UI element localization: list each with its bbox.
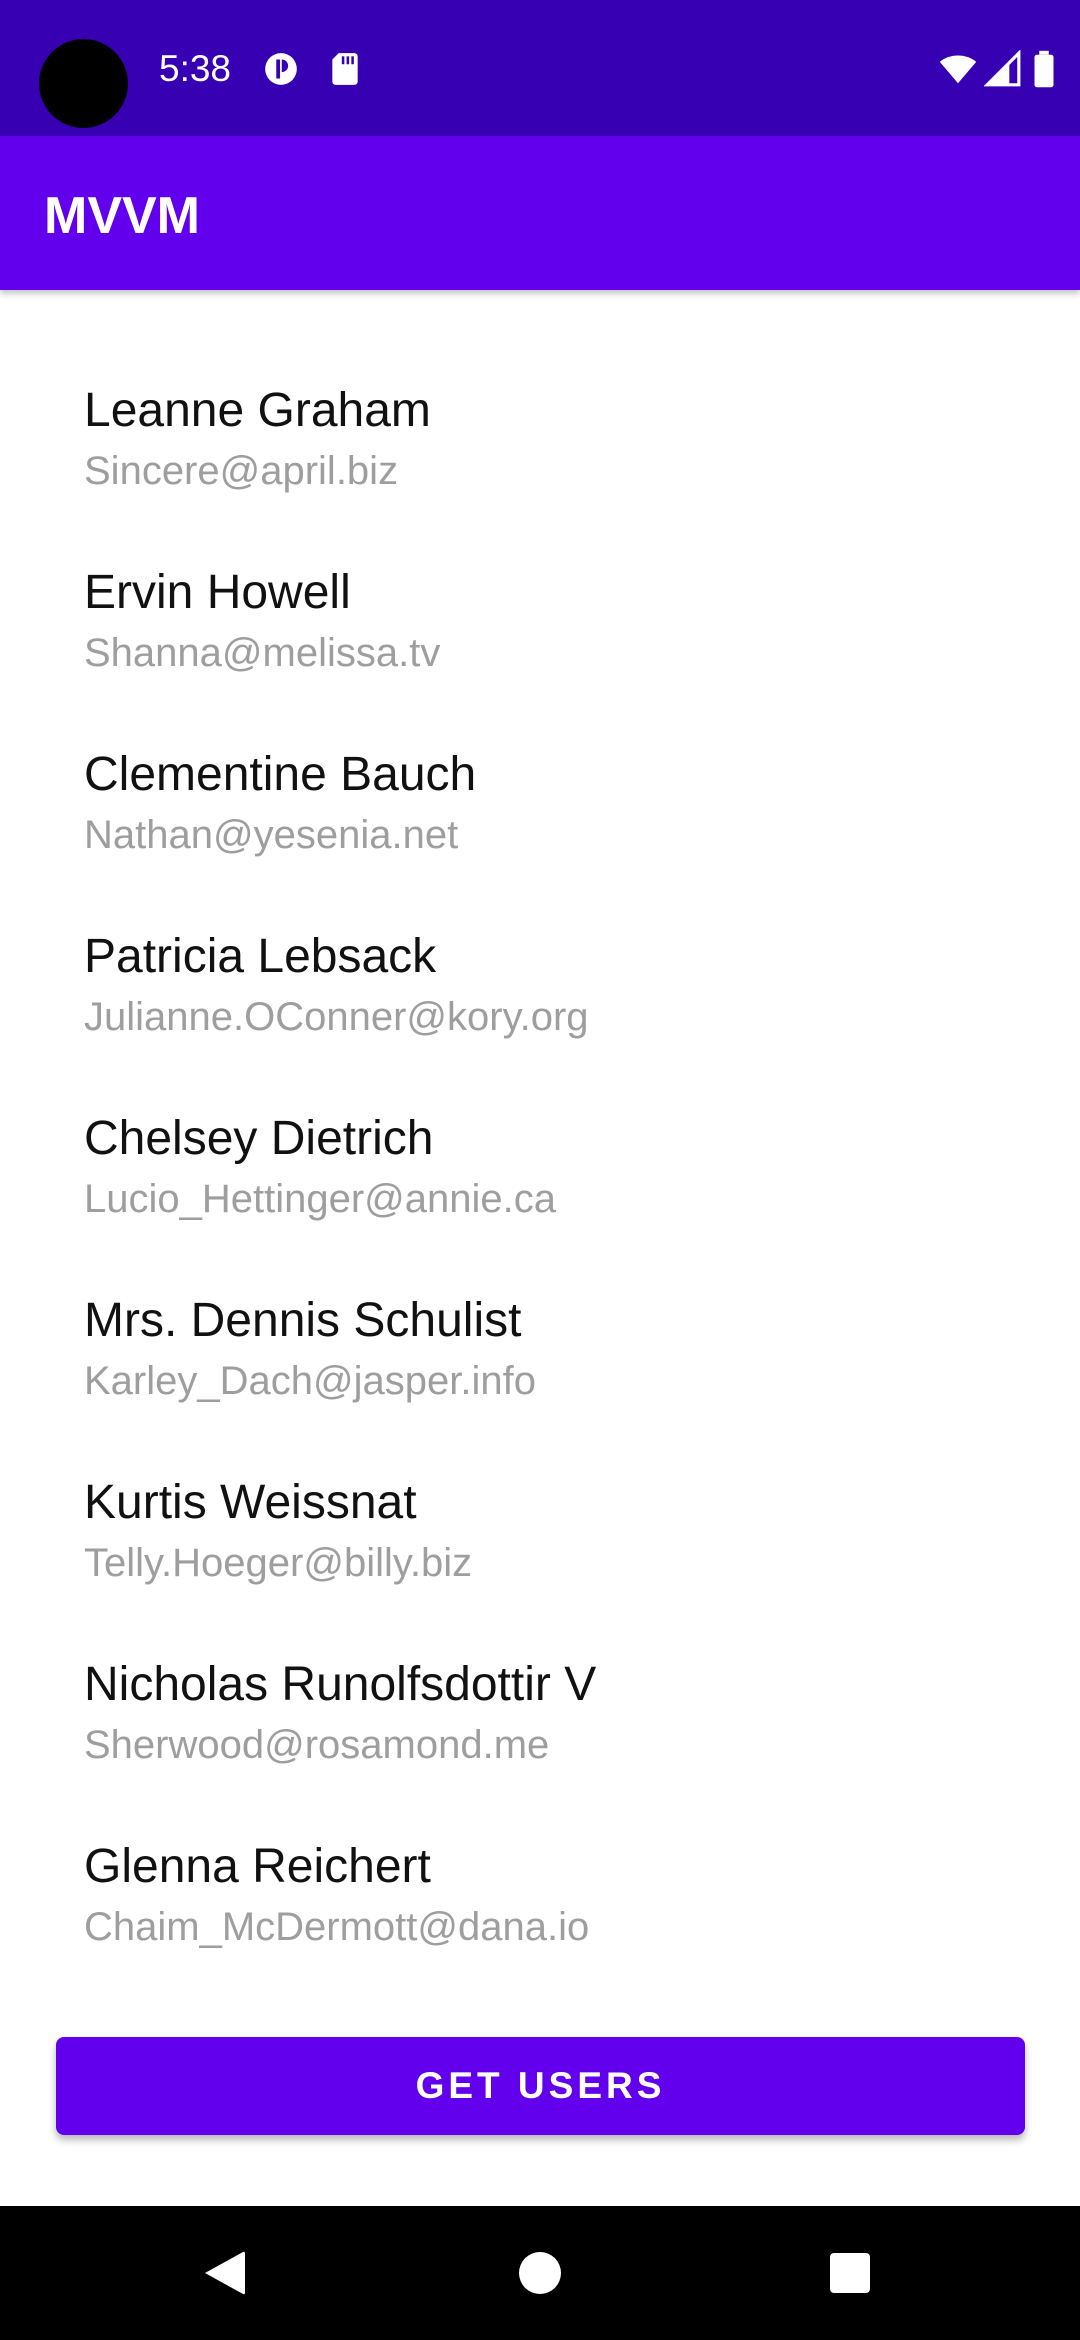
- status-time: 5:38: [159, 48, 232, 89]
- user-name: Kurtis Weissnat: [84, 1476, 417, 1529]
- user-name: Patricia Lebsack: [84, 930, 437, 983]
- user-email: Sherwood@rosamond.me: [84, 1723, 550, 1767]
- user-email: Julianne.OConner@kory.org: [84, 995, 589, 1039]
- recents-button[interactable]: [790, 2206, 910, 2340]
- user-name: Chelsey Dietrich: [84, 1112, 434, 1165]
- list-item[interactable]: Glenna Reichert Chaim_McDermott@dana.io: [84, 1838, 1044, 1978]
- camera-cutout: [39, 39, 128, 128]
- battery-icon: [1030, 50, 1058, 88]
- sd-card-icon: [326, 50, 364, 88]
- user-email: Chaim_McDermott@dana.io: [84, 1905, 590, 1949]
- back-button[interactable]: [165, 2206, 285, 2340]
- user-name: Nicholas Runolfsdottir V: [84, 1658, 597, 1711]
- user-name: Ervin Howell: [84, 566, 351, 619]
- user-email: Sincere@april.biz: [84, 449, 399, 493]
- home-button[interactable]: [480, 2206, 600, 2340]
- list-item[interactable]: Ervin Howell Shanna@melissa.tv: [84, 564, 1044, 704]
- list-item[interactable]: Chelsey Dietrich Lucio_Hettinger@annie.c…: [84, 1110, 1044, 1250]
- nav-bar: [0, 2206, 1080, 2340]
- user-email: Nathan@yesenia.net: [84, 813, 459, 857]
- status-bar: 5:38: [0, 0, 1080, 136]
- user-name: Glenna Reichert: [84, 1840, 431, 1893]
- app-bar: MVVM: [0, 136, 1080, 290]
- user-name: Clementine Bauch: [84, 748, 477, 801]
- list-item[interactable]: Mrs. Dennis Schulist Karley_Dach@jasper.…: [84, 1292, 1044, 1432]
- list-item[interactable]: Clementine Bauch Nathan@yesenia.net: [84, 746, 1044, 886]
- data-saver-icon: [262, 50, 300, 88]
- home-icon: [519, 2252, 561, 2294]
- user-name: Leanne Graham: [84, 384, 431, 437]
- app-title: MVVM: [44, 187, 200, 245]
- user-name: Mrs. Dennis Schulist: [84, 1294, 522, 1347]
- list-item[interactable]: Leanne Graham Sincere@april.biz: [84, 382, 1044, 522]
- user-email: Telly.Hoeger@billy.biz: [84, 1541, 473, 1585]
- user-list[interactable]: Leanne Graham Sincere@april.biz Ervin Ho…: [0, 290, 1080, 1980]
- cell-signal-icon: [984, 50, 1022, 88]
- list-item[interactable]: Patricia Lebsack Julianne.OConner@kory.o…: [84, 928, 1044, 1068]
- user-email: Lucio_Hettinger@annie.ca: [84, 1177, 557, 1221]
- list-item[interactable]: Nicholas Runolfsdottir V Sherwood@rosamo…: [84, 1656, 1044, 1796]
- wifi-icon: [936, 50, 980, 88]
- list-item[interactable]: Kurtis Weissnat Telly.Hoeger@billy.biz: [84, 1474, 1044, 1614]
- user-email: Karley_Dach@jasper.info: [84, 1359, 536, 1403]
- get-users-button[interactable]: GET USERS: [56, 2037, 1025, 2135]
- recents-icon: [830, 2253, 870, 2293]
- back-icon: [205, 2251, 245, 2295]
- user-email: Shanna@melissa.tv: [84, 631, 441, 675]
